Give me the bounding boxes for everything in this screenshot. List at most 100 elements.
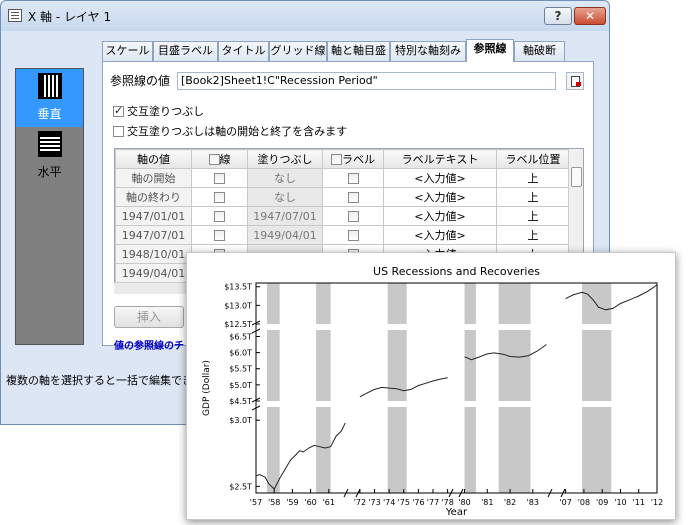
window-icon — [8, 9, 22, 22]
cell-axis-value[interactable]: 軸の開始 — [115, 168, 192, 188]
y-tick-label: $13.5T — [224, 283, 252, 292]
x-tick-label: '78 — [441, 498, 453, 507]
x-tick-label: '74 — [383, 498, 395, 507]
gdp-series-line — [565, 284, 658, 311]
scrollbar-thumb[interactable] — [571, 167, 582, 187]
cell-axis-value[interactable]: 1948/10/01 — [115, 244, 192, 264]
checkbox-icon[interactable] — [331, 154, 342, 165]
cell-line[interactable] — [191, 168, 248, 188]
cell-label-pos[interactable]: 上 — [496, 206, 570, 226]
title-bar[interactable]: X 軸 - レイヤ 1 ? ✕ — [1, 1, 609, 31]
recession-band — [582, 407, 612, 493]
column-header: ラベル位置 — [496, 149, 570, 169]
tab-title[interactable]: タイトル — [218, 41, 269, 61]
recession-band — [316, 407, 331, 493]
cell-line[interactable] — [191, 206, 248, 226]
cell-label-text[interactable]: <入力値> — [383, 206, 497, 226]
side-item-horizontal[interactable]: 水平 — [16, 127, 83, 185]
x-tick-label: '08 — [578, 498, 590, 507]
cell-fill[interactable]: 1947/07/01 — [247, 206, 323, 226]
axis-break-gap — [347, 284, 357, 492]
cell-line[interactable] — [191, 187, 248, 207]
checkbox-checked-icon[interactable] — [113, 104, 124, 117]
status-text: 複数の軸を選択すると一括で編集でき — [6, 374, 193, 387]
tab-axis-break[interactable]: 軸破断 — [514, 41, 565, 61]
x-tick-label: '11 — [633, 498, 645, 507]
cell-label-text[interactable]: <入力値> — [383, 168, 497, 188]
cell-label-pos[interactable]: 上 — [496, 187, 570, 207]
axis-break-gap — [551, 284, 562, 492]
checkbox-icon[interactable] — [347, 210, 359, 222]
x-tick-label: '10 — [614, 498, 626, 507]
x-tick-label: '82 — [504, 498, 516, 507]
tab-scale[interactable]: スケール — [102, 41, 153, 61]
checkbox-icon[interactable] — [113, 126, 124, 137]
x-tick-label: '77 — [427, 498, 439, 507]
table-row[interactable]: 1947/01/01 1947/07/01 <入力値> 上 — [115, 206, 570, 226]
checkbox-icon[interactable] — [347, 172, 359, 184]
table-row[interactable]: 軸の終わり なし <入力値> 上 — [115, 187, 570, 207]
cell-axis-value[interactable]: 軸の終わり — [115, 187, 192, 207]
recession-band — [387, 283, 407, 324]
include-ends-checkbox[interactable]: 交互塗りつぶしは軸の開始と終了を含みます — [113, 123, 347, 139]
table-row[interactable]: 1947/07/01 1949/04/01 <入力値> 上 — [115, 225, 570, 245]
x-tick-label: '12 — [651, 498, 663, 507]
x-tick-label: '61 — [323, 498, 335, 507]
x-tick-label: '76 — [412, 498, 424, 507]
alternate-fill-checkbox[interactable]: 交互塗りつぶし — [113, 103, 204, 119]
x-tick-label: '72 — [354, 498, 366, 507]
tab-tick-labels[interactable]: 目盛ラベル — [153, 41, 218, 61]
checkbox-icon[interactable] — [214, 172, 225, 184]
checkbox-icon[interactable] — [214, 210, 225, 222]
y-tick-label: $5.5T — [229, 365, 252, 374]
cell-label-pos[interactable]: 上 — [496, 168, 570, 188]
cell-label[interactable] — [322, 168, 384, 188]
side-item-vertical[interactable]: 垂直 — [16, 69, 83, 127]
recession-band — [266, 330, 280, 401]
checkbox-icon[interactable] — [208, 154, 220, 165]
y-tick-label: $6.0T — [229, 349, 252, 358]
x-tick-label: '81 — [481, 498, 493, 507]
ref-value-input[interactable]: [Book2]Sheet1!C"Recession Period" — [177, 72, 556, 90]
axis-break-gap — [452, 284, 460, 492]
cell-line[interactable] — [191, 225, 248, 245]
checkbox-icon[interactable] — [347, 191, 359, 203]
grid-horizontal-scrollbar[interactable] — [114, 282, 194, 294]
tab-special-ticks[interactable]: 特別な軸刻み — [390, 41, 466, 61]
cell-label-text[interactable]: <入力値> — [383, 225, 497, 245]
tab-reference-lines[interactable]: 参照線 — [466, 39, 514, 62]
reference-help-link[interactable]: 値の参照線のチ — [114, 337, 184, 352]
cell-label[interactable] — [322, 206, 384, 226]
table-row[interactable]: 軸の開始 なし <入力値> 上 — [115, 168, 570, 188]
close-button[interactable]: ✕ — [574, 7, 606, 25]
ref-picker-button[interactable] — [566, 72, 584, 90]
recession-band — [464, 330, 476, 401]
cell-axis-value[interactable]: 1947/07/01 — [115, 225, 192, 245]
recession-band — [582, 283, 612, 324]
vertical-lines-icon — [38, 73, 62, 99]
recession-band — [464, 407, 476, 493]
checkbox-icon[interactable] — [214, 191, 225, 203]
cell-label-text[interactable]: <入力値> — [383, 187, 497, 207]
cell-axis-value[interactable]: 1947/01/01 — [115, 206, 192, 226]
cell-label-pos[interactable]: 上 — [496, 225, 570, 245]
recession-band — [582, 330, 612, 401]
y-tick-label: $3.0T — [229, 416, 252, 425]
cell-fill[interactable]: なし — [247, 187, 323, 207]
y-tick-label: $2.5T — [229, 482, 252, 491]
x-tick-label: '07 — [559, 498, 571, 507]
column-header: ラベル — [322, 149, 384, 169]
x-tick-label: '80 — [458, 498, 470, 507]
cell-axis-value[interactable]: 1949/04/01 — [115, 263, 192, 283]
ref-value-label: 参照線の値 — [110, 74, 171, 88]
checkbox-icon[interactable] — [347, 229, 359, 241]
insert-button[interactable]: 挿入 — [114, 306, 184, 328]
tab-axis-and-ticks[interactable]: 軸と軸目盛 — [327, 41, 390, 61]
cell-label[interactable] — [322, 187, 384, 207]
tab-grid-lines[interactable]: グリッド線 — [269, 41, 327, 61]
help-button[interactable]: ? — [544, 7, 572, 25]
cell-fill[interactable]: 1949/04/01 — [247, 225, 323, 245]
cell-label[interactable] — [322, 225, 384, 245]
checkbox-icon[interactable] — [214, 229, 225, 241]
cell-fill[interactable]: なし — [247, 168, 323, 188]
